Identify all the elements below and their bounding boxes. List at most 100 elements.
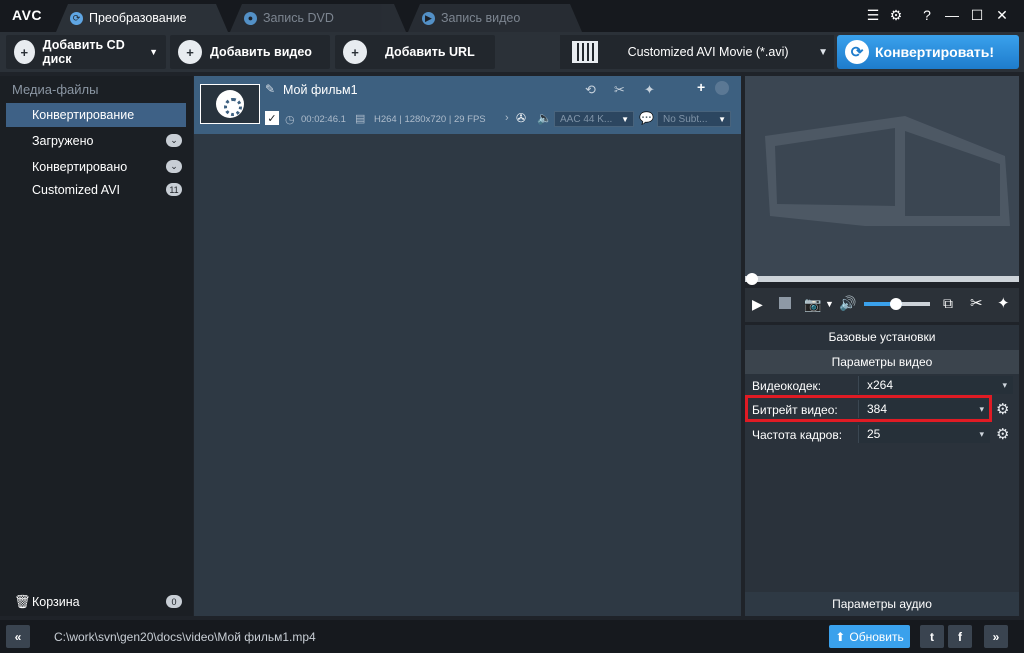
frame-rate-select[interactable]: 25 bbox=[858, 425, 990, 443]
play-icon[interactable]: ▶ bbox=[752, 296, 763, 313]
video-thumbnail[interactable] bbox=[200, 84, 260, 124]
tab-dvd[interactable]: ● Запись DVD bbox=[230, 4, 406, 32]
chevron-down-icon: ▼ bbox=[149, 47, 158, 57]
convert-label: Конвертировать! bbox=[875, 44, 995, 60]
subtitle-select[interactable]: No Subt... ▼ bbox=[657, 111, 731, 127]
film-strip-icon: ▤ bbox=[355, 113, 366, 125]
add-cd-label: Добавить CD диск bbox=[42, 38, 125, 66]
chevron-down-icon[interactable]: ▼ bbox=[825, 299, 834, 309]
speaker-icon: 🔈 bbox=[537, 111, 552, 125]
add-cd-button[interactable]: + Добавить CD диск ▼ bbox=[6, 35, 166, 69]
facebook-icon[interactable]: f bbox=[948, 625, 972, 648]
tab-label: Запись DVD bbox=[263, 11, 334, 25]
sidebar-item-downloaded[interactable]: Загружено ⌄ bbox=[6, 129, 186, 153]
refresh-icon: ⟳ bbox=[70, 12, 83, 25]
close-icon[interactable] bbox=[715, 81, 729, 95]
profile-select[interactable]: Customized AVI Movie (*.avi) ▼ bbox=[560, 35, 834, 69]
file-list bbox=[194, 76, 741, 616]
film-reel-icon bbox=[216, 90, 244, 118]
refresh-icon: ⟳ bbox=[845, 40, 869, 64]
audio-track-label: AAC 44 K... bbox=[560, 113, 613, 125]
update-button[interactable]: ⬆ Обновить bbox=[829, 625, 910, 648]
convert-button[interactable]: ⟳ Конвертировать! bbox=[837, 35, 1019, 69]
disc-plus-icon: + bbox=[14, 40, 35, 64]
basic-settings-header[interactable]: Базовые установки bbox=[745, 325, 1019, 349]
arrow-up-icon: ⬆ bbox=[835, 629, 846, 644]
add-video-label: Добавить видео bbox=[210, 45, 312, 59]
film-strip-icon bbox=[572, 41, 598, 63]
sidebar-header: Медиа-файлы bbox=[12, 82, 99, 97]
sidebar-item-customized-avi[interactable]: Customized AVI 11 bbox=[6, 178, 186, 202]
seek-handle[interactable] bbox=[746, 273, 758, 285]
help-icon[interactable]: ? bbox=[916, 4, 938, 26]
log-icon[interactable]: ☰ bbox=[862, 4, 884, 26]
tab-record-video[interactable]: ▶ Запись видео bbox=[408, 4, 582, 32]
video-codec-label: Видеокодек: bbox=[752, 379, 822, 393]
subtitle-label: No Subt... bbox=[663, 113, 708, 125]
highlight-box bbox=[745, 395, 992, 422]
sidebar-item-label: Корзина bbox=[32, 595, 80, 609]
preview-area bbox=[745, 76, 1019, 276]
sidebar-item-label: Конвертировано bbox=[32, 160, 128, 174]
file-title[interactable]: Мой фильм1 bbox=[283, 83, 358, 97]
chevron-right-icon: › bbox=[505, 112, 509, 124]
pencil-icon[interactable]: ✎ bbox=[265, 82, 275, 96]
twitter-icon[interactable]: t bbox=[920, 625, 944, 648]
chevron-down-icon: ▼ bbox=[718, 114, 726, 124]
film-reel-plus-icon: + bbox=[178, 40, 202, 64]
sidebar-item-trash[interactable]: 🗑 Корзина 0 bbox=[6, 590, 186, 614]
close-icon[interactable]: ✕ bbox=[991, 4, 1013, 26]
tab-label: Преобразование bbox=[89, 11, 187, 25]
sidebar-item-label: Конвертирование bbox=[32, 108, 135, 122]
audio-params-header[interactable]: Параметры аудио bbox=[745, 592, 1019, 616]
count-badge: 0 bbox=[166, 595, 182, 608]
video-params-header[interactable]: Параметры видео bbox=[745, 350, 1019, 374]
video-info: H264 | 1280x720 | 29 FPS bbox=[374, 114, 486, 125]
scissors-icon[interactable]: ✂ bbox=[970, 294, 983, 312]
video-codec-select[interactable]: x264 bbox=[858, 376, 1013, 394]
seek-bar[interactable] bbox=[745, 276, 1019, 282]
collapse-right-button[interactable]: » bbox=[984, 625, 1008, 648]
maximize-icon[interactable]: ☐ bbox=[966, 4, 988, 26]
minimize-icon[interactable]: — bbox=[941, 4, 963, 26]
volume-handle[interactable] bbox=[890, 298, 902, 310]
app-logo: AVC bbox=[12, 7, 43, 23]
play-circle-icon: ▶ bbox=[422, 12, 435, 25]
stop-icon[interactable] bbox=[779, 297, 791, 309]
copy-icon[interactable]: ⧉ bbox=[943, 295, 953, 312]
file-checkbox[interactable]: ✓ bbox=[265, 111, 279, 125]
tab-conversion[interactable]: ⟳ Преобразование bbox=[56, 4, 228, 32]
magic-wand-icon[interactable]: ✦ bbox=[997, 294, 1010, 312]
trash-icon: 🗑 bbox=[14, 594, 31, 609]
speech-bubble-icon: 💬 bbox=[639, 111, 654, 125]
chevron-down-icon: ▼ bbox=[621, 114, 629, 124]
plus-icon[interactable]: + bbox=[697, 79, 705, 95]
chevron-down-icon: ▼ bbox=[818, 46, 828, 58]
gear-icon[interactable]: ⚙ bbox=[885, 4, 907, 26]
collapse-left-button[interactable]: « bbox=[6, 625, 30, 648]
count-badge: 11 bbox=[166, 183, 182, 196]
sidebar-item-label: Загружено bbox=[32, 134, 94, 148]
add-url-button[interactable]: + Добавить URL bbox=[335, 35, 495, 69]
audio-track-select[interactable]: AAC 44 K... ▼ bbox=[554, 111, 634, 127]
scissors-icon[interactable]: ✂ bbox=[614, 82, 625, 98]
chevron-down-icon[interactable]: ⌄ bbox=[166, 160, 182, 173]
add-video-button[interactable]: + Добавить видео bbox=[170, 35, 330, 69]
chevron-down-icon[interactable]: ⌄ bbox=[166, 134, 182, 147]
globe-plus-icon: + bbox=[343, 40, 367, 64]
frame-rate-label: Частота кадров: bbox=[752, 428, 843, 442]
sidebar-item-converting[interactable]: Конвертирование bbox=[6, 103, 186, 127]
gear-icon[interactable]: ⚙ bbox=[996, 425, 1009, 443]
add-url-label: Добавить URL bbox=[385, 45, 475, 59]
speaker-icon[interactable]: 🔊 bbox=[839, 295, 856, 312]
film-reel-icon: ✇ bbox=[516, 111, 527, 125]
gear-icon[interactable]: ⚙ bbox=[996, 400, 1009, 418]
sync-icon[interactable]: ⟲ bbox=[585, 82, 596, 98]
disc-icon: ● bbox=[244, 12, 257, 25]
magic-wand-icon[interactable]: ✦ bbox=[644, 82, 655, 98]
duration: 00:02:46.1 bbox=[301, 114, 346, 125]
camera-icon[interactable]: 📷 bbox=[804, 296, 821, 313]
clock-icon: ◷ bbox=[285, 114, 295, 126]
sidebar-item-converted[interactable]: Конвертировано ⌄ bbox=[6, 155, 186, 179]
sidebar-item-label: Customized AVI bbox=[32, 183, 121, 197]
